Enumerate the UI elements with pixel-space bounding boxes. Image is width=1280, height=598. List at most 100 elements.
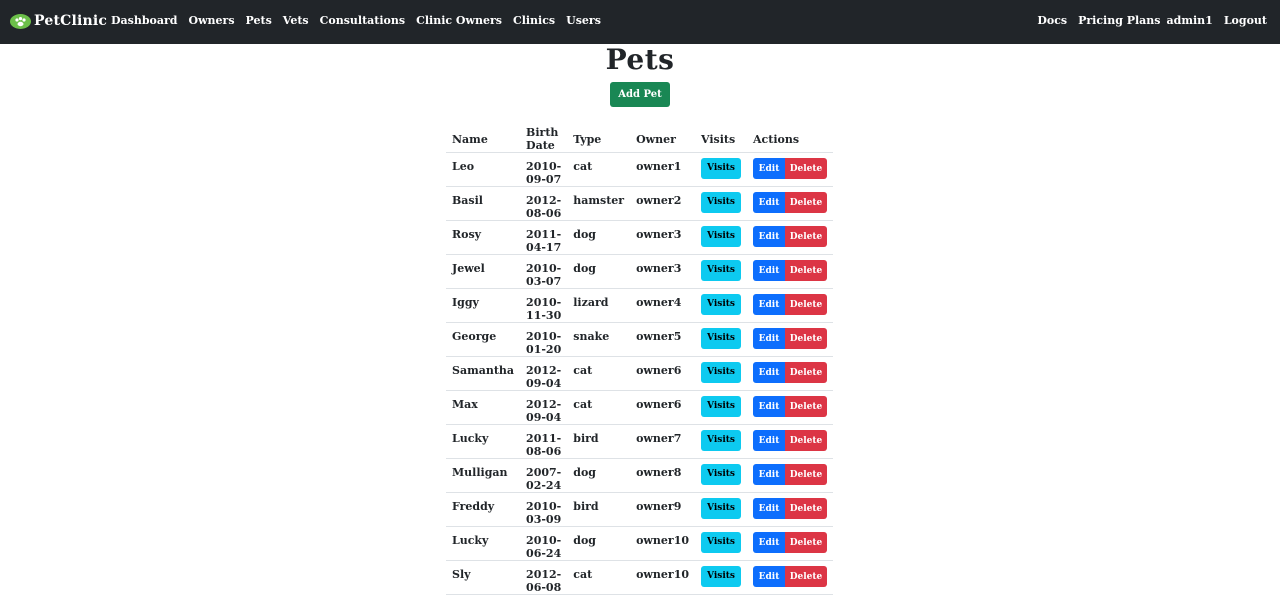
pet-owner: owner7 <box>630 424 695 459</box>
delete-button[interactable]: Delete <box>785 260 827 281</box>
nav-logout[interactable]: Logout <box>1224 14 1267 27</box>
delete-button[interactable]: Delete <box>785 464 827 485</box>
pet-owner: owner8 <box>630 458 695 493</box>
edit-button[interactable]: Edit <box>753 396 785 417</box>
pet-name: Basil <box>446 186 521 221</box>
visits-button[interactable]: Visits <box>701 294 741 315</box>
pet-type: hamster <box>567 186 631 221</box>
nav-pets[interactable]: Pets <box>246 14 272 27</box>
table-row: Mulligan 2007-02-24 dog owner8 Visits Edit Del… <box>446 458 833 493</box>
brand-name: PetClinic <box>34 13 108 29</box>
visits-cell: Visits <box>695 492 747 527</box>
visits-button[interactable]: Visits <box>701 226 741 247</box>
edit-button[interactable]: Edit <box>753 362 785 383</box>
nav-pricing-plans[interactable]: Pricing Plans <box>1078 14 1160 27</box>
edit-button[interactable]: Edit <box>753 294 785 315</box>
nav-docs[interactable]: Docs <box>1037 14 1067 27</box>
edit-button[interactable]: Edit <box>753 158 785 179</box>
visits-button[interactable]: Visits <box>701 328 741 349</box>
visits-button[interactable]: Visits <box>701 498 741 519</box>
brand-link[interactable]: PetClinic <box>10 13 107 29</box>
edit-button[interactable]: Edit <box>753 226 785 247</box>
pet-owner: owner3 <box>630 220 695 255</box>
delete-button[interactable]: Delete <box>785 328 827 349</box>
delete-button[interactable]: Delete <box>785 498 827 519</box>
nav-owners[interactable]: Owners <box>189 14 235 27</box>
edit-button[interactable]: Edit <box>753 566 785 587</box>
table-row: Sly 2012-06-08 cat owner10 Visits Edit Delete <box>446 560 833 595</box>
pet-birth-date: 2012-09-04 <box>520 390 568 425</box>
nav-users[interactable]: Users <box>566 14 601 27</box>
header-name: Name <box>446 126 521 153</box>
pet-birth-date: 2011-04-17 <box>520 220 568 255</box>
visits-button[interactable]: Visits <box>701 362 741 383</box>
visits-cell: Visits <box>695 560 747 595</box>
pet-birth-date: 2010-06-24 <box>520 526 568 561</box>
pets-table-body: Leo 2010-09-07 cat owner1 Visits Edit Delete Ba… <box>446 152 833 595</box>
pet-owner: owner10 <box>630 526 695 561</box>
visits-button[interactable]: Visits <box>701 566 741 587</box>
visits-button[interactable]: Visits <box>701 532 741 553</box>
visits-button[interactable]: Visits <box>701 192 741 213</box>
pet-birth-date: 2007-02-24 <box>520 458 568 493</box>
edit-button[interactable]: Edit <box>753 192 785 213</box>
edit-button[interactable]: Edit <box>753 532 785 553</box>
pet-birth-date: 2010-03-07 <box>520 254 568 289</box>
delete-button[interactable]: Delete <box>785 532 827 553</box>
visits-cell: Visits <box>695 220 747 255</box>
pet-name: Freddy <box>446 492 521 527</box>
header-actions: Actions <box>747 126 833 153</box>
delete-button[interactable]: Delete <box>785 396 827 417</box>
pet-birth-date: 2012-06-08 <box>520 560 568 595</box>
action-button-group: Edit Delete <box>753 260 827 281</box>
add-pet-button[interactable]: Add Pet <box>610 82 670 107</box>
header-owner: Owner <box>630 126 695 153</box>
pet-type: dog <box>567 526 631 561</box>
delete-button[interactable]: Delete <box>785 362 827 383</box>
visits-cell: Visits <box>695 186 747 221</box>
action-button-group: Edit Delete <box>753 566 827 587</box>
table-row: George 2010-01-20 snake owner5 Visits Edit Del… <box>446 322 833 357</box>
visits-button[interactable]: Visits <box>701 430 741 451</box>
delete-button[interactable]: Delete <box>785 226 827 247</box>
nav-consultations[interactable]: Consultations <box>320 14 405 27</box>
delete-button[interactable]: Delete <box>785 294 827 315</box>
edit-button[interactable]: Edit <box>753 498 785 519</box>
pets-table: Name Birth Date Type Owner Visits Action… <box>446 126 833 595</box>
visits-button[interactable]: Visits <box>701 396 741 417</box>
table-row: Basil 2012-08-06 hamster owner2 Visits Edit De… <box>446 186 833 221</box>
nav-clinic-owners[interactable]: Clinic Owners <box>416 14 502 27</box>
pet-name: Lucky <box>446 424 521 459</box>
action-button-group: Edit Delete <box>753 192 827 213</box>
edit-button[interactable]: Edit <box>753 328 785 349</box>
action-button-group: Edit Delete <box>753 362 827 383</box>
pet-owner: owner6 <box>630 356 695 391</box>
nav-clinics[interactable]: Clinics <box>513 14 555 27</box>
nav-dashboard[interactable]: Dashboard <box>111 14 178 27</box>
delete-button[interactable]: Delete <box>785 158 827 179</box>
pet-owner: owner6 <box>630 390 695 425</box>
edit-button[interactable]: Edit <box>753 260 785 281</box>
delete-button[interactable]: Delete <box>785 430 827 451</box>
delete-button[interactable]: Delete <box>785 566 827 587</box>
pet-type: cat <box>567 356 631 391</box>
visits-cell: Visits <box>695 254 747 289</box>
visits-cell: Visits <box>695 356 747 391</box>
pet-birth-date: 2010-11-30 <box>520 288 568 323</box>
edit-button[interactable]: Edit <box>753 430 785 451</box>
actions-cell: Edit Delete <box>747 492 833 527</box>
visits-button[interactable]: Visits <box>701 158 741 179</box>
nav-username[interactable]: admin1 <box>1167 14 1213 27</box>
table-row: Freddy 2010-03-09 bird owner9 Visits Edit Dele… <box>446 492 833 527</box>
visits-button[interactable]: Visits <box>701 260 741 281</box>
actions-cell: Edit Delete <box>747 560 833 595</box>
delete-button[interactable]: Delete <box>785 192 827 213</box>
action-button-group: Edit Delete <box>753 158 827 179</box>
edit-button[interactable]: Edit <box>753 464 785 485</box>
pet-owner: owner5 <box>630 322 695 357</box>
actions-cell: Edit Delete <box>747 322 833 357</box>
pet-name: George <box>446 322 521 357</box>
visits-button[interactable]: Visits <box>701 464 741 485</box>
pet-name: Lucky <box>446 526 521 561</box>
nav-vets[interactable]: Vets <box>283 14 309 27</box>
